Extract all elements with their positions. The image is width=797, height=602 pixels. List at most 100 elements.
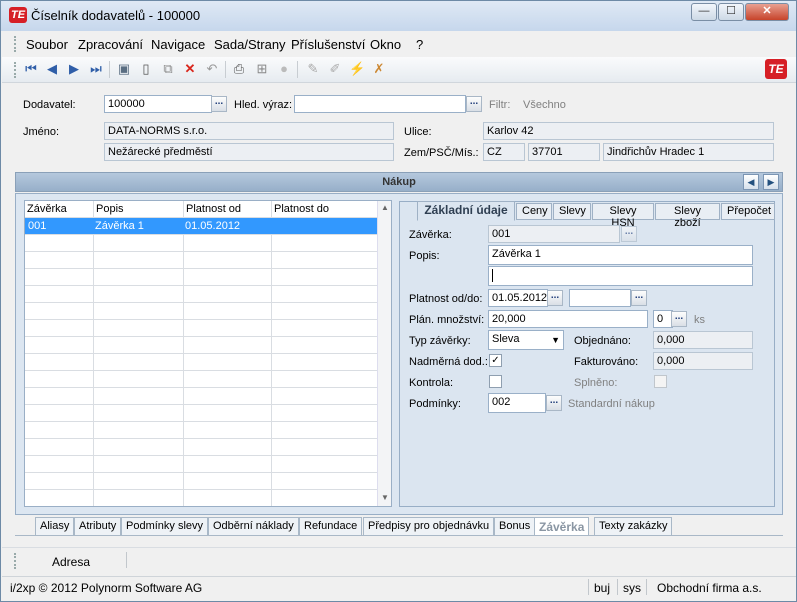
- menu-navigace[interactable]: Navigace: [151, 37, 205, 52]
- tab-slevy-zbozi[interactable]: Slevy zboží: [655, 203, 720, 229]
- grid-line: [271, 201, 272, 506]
- typ-select[interactable]: Sleva ▼: [488, 330, 564, 350]
- zaverka-label: Závěrka:: [409, 229, 452, 241]
- tab-ceny[interactable]: Ceny: [516, 203, 552, 220]
- menu-bar: Soubor Zpracování Navigace Sada/Strany P…: [2, 32, 796, 56]
- title-bar: TE Číselník dodavatelů - 100000 — ☐ ✕: [1, 1, 796, 31]
- fakturovano-field: 0,000: [653, 352, 753, 370]
- status-bar: i/2xp © 2012 Polynorm Software AG buj sy…: [2, 576, 796, 598]
- scroll-up-icon[interactable]: ▲: [381, 203, 389, 212]
- clear-icon[interactable]: ✗: [371, 61, 387, 77]
- plan-label: Plán. množství:: [409, 314, 485, 326]
- close-button[interactable]: ✕: [745, 3, 789, 21]
- plan-count-input[interactable]: 0: [653, 310, 673, 328]
- platnost-od-picker-button[interactable]: ...: [547, 290, 563, 306]
- minimize-button[interactable]: —: [691, 3, 717, 21]
- status-sys: sys: [623, 581, 641, 595]
- toolbar-separator: [225, 61, 226, 78]
- mesto-field: Jindřichův Hradec 1: [603, 143, 774, 161]
- save-icon[interactable]: ▣: [116, 61, 132, 77]
- plan-input[interactable]: 20,000: [488, 310, 648, 328]
- wand-icon[interactable]: ⚡: [349, 61, 365, 77]
- podminky-input[interactable]: 002: [488, 393, 546, 413]
- chevron-down-icon: ▼: [551, 335, 560, 345]
- nadmerna-checkbox[interactable]: ✓: [489, 354, 502, 367]
- tab-odberni-naklady[interactable]: Odběrní náklady: [208, 517, 299, 536]
- separator: [646, 579, 647, 595]
- adresa-button[interactable]: Adresa: [52, 555, 90, 569]
- print-icon[interactable]: ⎙: [231, 61, 247, 77]
- section-header: Nákup ◀ ▶: [15, 172, 783, 192]
- stop-icon[interactable]: ●: [276, 61, 292, 77]
- dodavatel-input[interactable]: 100000: [104, 95, 212, 113]
- kontrola-checkbox[interactable]: [489, 375, 502, 388]
- tab-zakladni-udaje[interactable]: Základní údaje: [417, 201, 515, 221]
- tab-atributy[interactable]: Atributy: [74, 517, 122, 536]
- search-lookup-button[interactable]: ...: [466, 96, 482, 112]
- next-record-icon[interactable]: ▶: [66, 61, 82, 77]
- last-record-icon[interactable]: ⏭: [88, 61, 104, 77]
- platnost-do-input[interactable]: [569, 289, 631, 307]
- table-cell: 001: [28, 220, 47, 232]
- grid-line: [25, 302, 377, 303]
- tab-texty-zakazky[interactable]: Texty zakázky: [594, 517, 673, 536]
- column-header[interactable]: Závěrka: [25, 201, 69, 216]
- menu-prislusenstvi[interactable]: Příslušenství: [291, 37, 365, 52]
- section-next-icon[interactable]: ▶: [763, 174, 779, 190]
- undo-icon[interactable]: ↶: [204, 61, 220, 77]
- tab-zaverka[interactable]: Závěrka: [534, 517, 590, 536]
- tab-prepocet[interactable]: Přepočet: [721, 203, 775, 220]
- tab-aliasy[interactable]: Aliasy: [35, 517, 75, 536]
- hled-label: Hled. výraz:: [234, 99, 293, 111]
- search-input[interactable]: [294, 95, 466, 113]
- column-header[interactable]: Platnost do: [272, 201, 331, 216]
- jmeno-field: DATA-NORMS s.r.o.: [104, 122, 394, 140]
- plan-unit: ks: [694, 314, 705, 326]
- adresa-bar: Adresa: [2, 547, 796, 573]
- tab-refundace[interactable]: Refundace: [299, 517, 363, 536]
- dodavatel-lookup-button[interactable]: ...: [211, 96, 227, 112]
- tab-slevy[interactable]: Slevy: [553, 203, 591, 220]
- edit2-icon[interactable]: ✐: [327, 61, 343, 77]
- zaverka-lookup-button[interactable]: ...: [621, 226, 637, 242]
- ulice-label: Ulice:: [404, 126, 432, 138]
- platnost-od-input[interactable]: 01.05.2012: [488, 289, 548, 307]
- menu-zpracovani[interactable]: Zpracování: [78, 37, 143, 52]
- menu-sada-strany[interactable]: Sada/Strany: [214, 37, 286, 52]
- podminky-lookup-button[interactable]: ...: [546, 395, 562, 411]
- tab-slevy-hsn[interactable]: Slevy HSN: [592, 203, 654, 229]
- popis-input[interactable]: Závěrka 1: [488, 245, 753, 265]
- menu-help[interactable]: ?: [416, 37, 423, 52]
- brand-logo-icon: TE: [765, 59, 787, 79]
- popis2-input[interactable]: [488, 266, 753, 286]
- maximize-button[interactable]: ☐: [718, 3, 744, 21]
- status-firm: Obchodní firma a.s.: [657, 581, 762, 595]
- first-record-icon[interactable]: ⏮: [23, 61, 39, 77]
- platnost-do-picker-button[interactable]: ...: [631, 290, 647, 306]
- delete-icon[interactable]: ✕: [182, 61, 198, 77]
- tab-bonus[interactable]: Bonus: [494, 517, 536, 536]
- plan-lookup-button[interactable]: ...: [671, 311, 687, 327]
- scroll-down-icon[interactable]: ▼: [381, 493, 389, 502]
- menu-soubor[interactable]: Soubor: [26, 37, 68, 52]
- grid-line: [25, 472, 377, 473]
- tree-icon[interactable]: ⊞: [254, 61, 270, 77]
- prev-record-icon[interactable]: ◀: [44, 61, 60, 77]
- copy-icon[interactable]: ⧉: [160, 61, 176, 77]
- edit-icon[interactable]: ✎: [305, 61, 321, 77]
- filtr-value[interactable]: Všechno: [523, 99, 566, 111]
- menu-okno[interactable]: Okno: [370, 37, 401, 52]
- dodavatel-label: Dodavatel:: [23, 99, 76, 111]
- tab-podminky-slevy[interactable]: Podmínky slevy: [121, 517, 209, 536]
- popis-label: Popis:: [409, 250, 440, 262]
- status-user: buj: [594, 581, 611, 595]
- column-header[interactable]: Popis: [94, 201, 126, 216]
- new-icon[interactable]: ▯: [138, 61, 154, 77]
- tab-predpisy[interactable]: Předpisy pro objednávku: [363, 517, 495, 536]
- section-prev-icon[interactable]: ◀: [743, 174, 759, 190]
- column-header[interactable]: Platnost od: [184, 201, 243, 216]
- grid-line: [25, 353, 377, 354]
- zaverka-grid[interactable]: Závěrka Popis Platnost od Platnost do 00…: [24, 200, 392, 507]
- grid-scrollbar[interactable]: ▲ ▼: [377, 201, 391, 506]
- table-cell: Závěrka 1: [95, 220, 144, 232]
